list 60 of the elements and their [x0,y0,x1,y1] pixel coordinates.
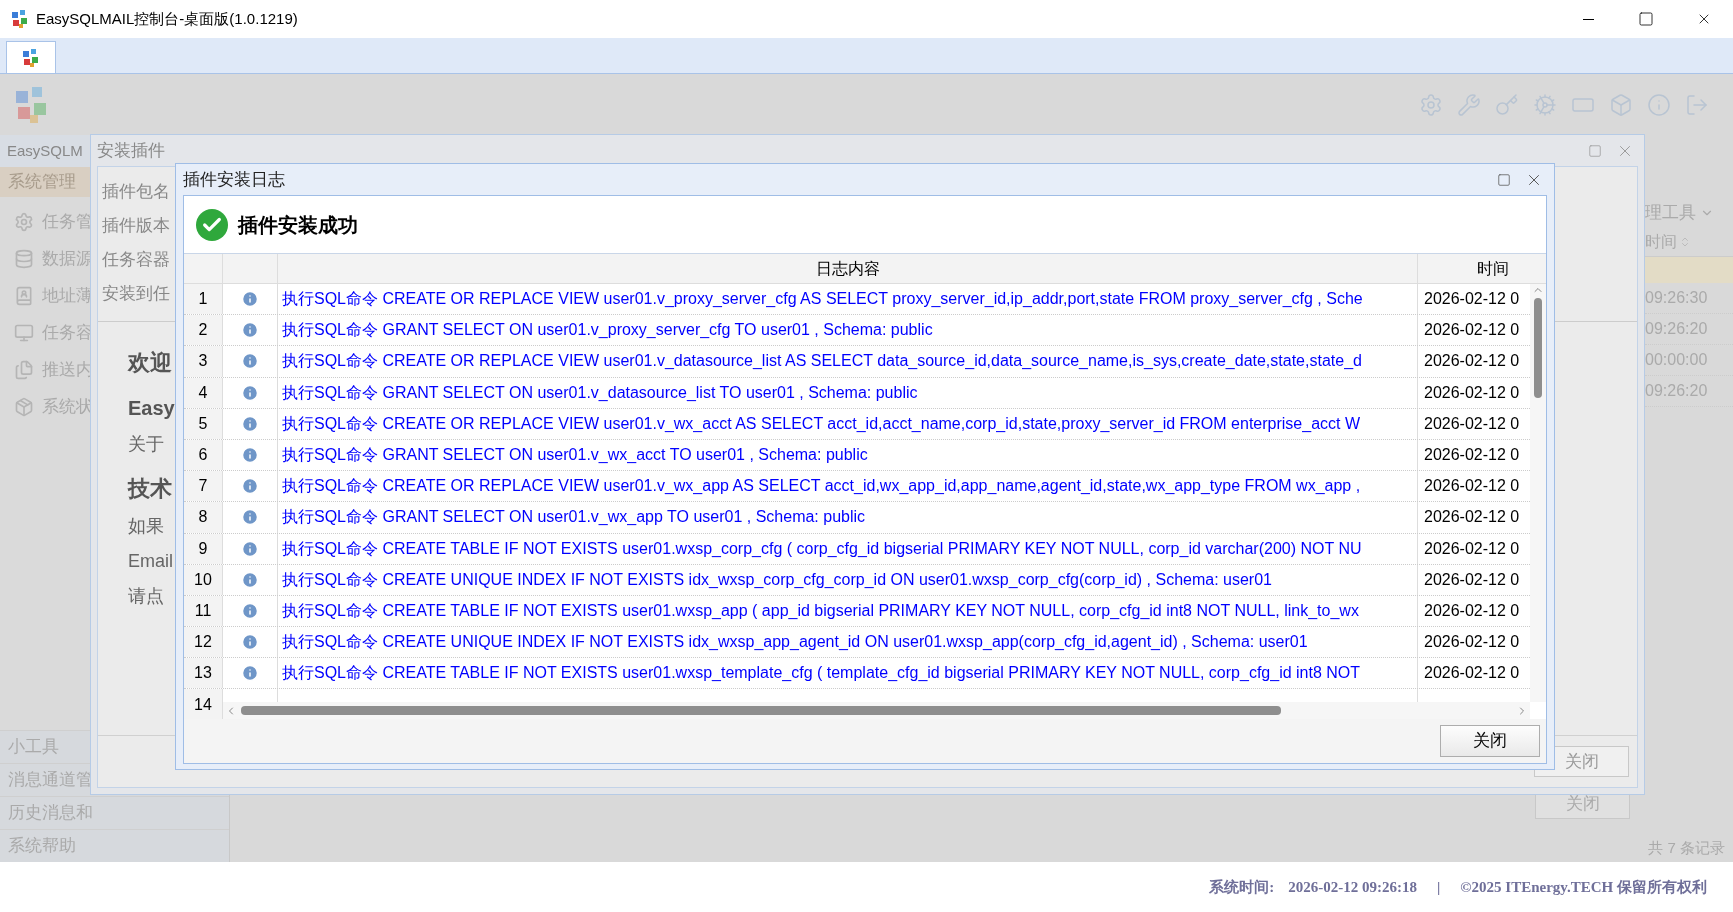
row-number: 7 [184,471,223,502]
copyright-text: ©2025 ITEnergy.TECH 保留所有权利 [1460,877,1707,897]
welcome-text: 技术 [128,475,172,503]
system-time: 2026-02-12 09:26:18 [1288,877,1418,897]
welcome-text: 请点 [128,585,164,608]
row-number: 1 [184,284,223,315]
log-time: 2026-02-12 0 [1424,663,1520,684]
log-message: 执行SQL命令 CREATE TABLE IF NOT EXISTS user01.wxsp_template_cfg ( template_cfg_id bigserial PRIMARY KEY NOT NULL, corp_cfg_id int8 NOT [282,663,1361,684]
welcome-text: 如果 [128,515,164,538]
log-message: 执行SQL命令 CREATE UNIQUE INDEX IF NOT EXISTS idx_wxsp_app_agent_id ON user01.wxsp_app(corp_cfg_id,agent_id) , Schema: user01 [282,632,1308,653]
log-time: 2026-02-12 0 [1424,351,1520,372]
log-time: 2026-02-12 0 [1424,320,1520,341]
log-message: 执行SQL命令 GRANT SELECT ON user01.v_wx_acct TO user01 , Schema: public [282,445,868,466]
field-label: 插件版本 [102,215,170,238]
separator: | [1436,877,1442,897]
welcome-text: Email [128,550,173,573]
welcome-text: 关于 [128,433,164,456]
time-label: 系统时间: [1209,877,1275,897]
log-message: 执行SQL命令 GRANT SELECT ON user01.v_datasource_list TO user01 , Schema: public [282,382,918,403]
log-time: 2026-02-12 0 [1424,413,1520,434]
field-label: 安装到任 [102,283,170,306]
row-number: 2 [184,315,223,346]
sidebar-header: EasySQLM [7,140,83,161]
log-time: 2026-02-12 0 [1424,476,1520,497]
dialog-title: 插件安装日志 [183,168,285,191]
row-number: 6 [184,439,223,471]
row-number: 14 [184,689,223,719]
log-time: 2026-02-12 0 [1424,538,1520,559]
welcome-text: 欢迎 [128,349,172,377]
row-number: 12 [184,627,223,658]
log-message: 执行SQL命令 CREATE OR REPLACE VIEW user01.v_wx_app AS SELECT acct_id,wx_app_id,app_name,agent_id,state,wx_app_type FROM wx_app , [282,476,1361,497]
log-message: 执行SQL命令 CREATE OR REPLACE VIEW user01.v_proxy_server_cfg AS SELECT proxy_server_id,ip_addr,port,state FROM proxy_server_cfg , Sche [282,289,1363,310]
success-message: 插件安装成功 [238,212,358,238]
log-time: 2026-02-12 0 [1424,632,1520,653]
log-message: 执行SQL命令 CREATE TABLE IF NOT EXISTS user01.wxsp_corp_cfg ( corp_cfg_id bigserial PRIMARY KEY NOT NULL, corp_id varchar(200) NOT NU [282,538,1362,559]
log-time: 2026-02-12 0 [1424,289,1520,310]
field-label: 插件包名 [102,181,170,204]
log-time: 2026-02-12 0 [1424,507,1520,528]
log-message: 执行SQL命令 CREATE OR REPLACE VIEW user01.v_wx_acct AS SELECT acct_id,acct_name,corp_id,state,proxy_server_id FROM enterprise_acct W [282,413,1360,434]
dialog-title: 安装插件 [97,139,165,162]
log-message: 执行SQL命令 CREATE OR REPLACE VIEW user01.v_datasource_list AS SELECT data_source_id,data_source_name,is_sys,create_date,state,state_d [282,351,1362,372]
welcome-text: Easy [128,396,175,421]
window-title: EasySQLMAIL控制台-桌面版(1.0.1219) [36,8,298,29]
row-number: 8 [184,502,223,533]
row-number: 10 [184,564,223,595]
log-message: 执行SQL命令 CREATE TABLE IF NOT EXISTS user01.wxsp_app ( app_id bigserial PRIMARY KEY NOT NULL, corp_cfg_id int8 NOT NULL, link_to_wx [282,600,1359,621]
field-label: 任务容器 [102,249,170,272]
row-number: 11 [184,595,223,627]
row-number: 13 [184,658,223,689]
log-time: 2026-02-12 0 [1424,569,1520,590]
row-number: 4 [184,377,223,408]
row-number: 5 [184,408,223,439]
row-number: 3 [184,346,223,377]
log-time: 2026-02-12 0 [1424,382,1520,403]
log-message: 执行SQL命令 GRANT SELECT ON user01.v_wx_app TO user01 , Schema: public [282,507,866,528]
log-message: 执行SQL命令 CREATE UNIQUE INDEX IF NOT EXISTS idx_wxsp_corp_cfg_corp_id ON user01.wxsp_corp_cfg(corp_id) , Schema: user01 [282,569,1272,590]
row-number: 9 [184,533,223,564]
log-time: 2026-02-12 0 [1424,445,1520,466]
log-time: 2026-02-12 0 [1424,600,1520,621]
log-message: 执行SQL命令 GRANT SELECT ON user01.v_proxy_server_cfg TO user01 , Schema: public [282,320,933,341]
